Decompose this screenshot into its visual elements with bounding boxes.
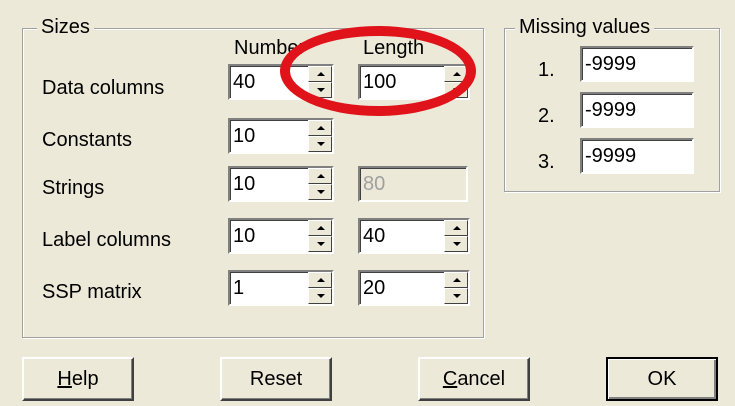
strings-number-spinner[interactable] (228, 166, 334, 202)
missing-value-3-field[interactable] (580, 138, 694, 174)
spin-up-arrow-icon[interactable] (444, 66, 468, 82)
data-columns-length-spinner[interactable] (358, 64, 470, 100)
row-label-data-columns: Data columns (42, 77, 165, 99)
label-columns-number-spinner[interactable] (228, 218, 334, 254)
spin-down-arrow-icon[interactable] (444, 82, 468, 98)
spin-down-arrow-icon[interactable] (308, 136, 332, 152)
label-columns-length-spinner[interactable] (358, 218, 470, 254)
row-label-ssp-matrix: SSP matrix (42, 281, 142, 303)
strings-length-input (363, 170, 463, 198)
row-label-strings: Strings (42, 177, 105, 199)
row-label-label-columns: Label columns (42, 229, 171, 251)
reset-label: Reset (249, 367, 303, 390)
data-columns-number-spin-buttons[interactable] (308, 66, 332, 98)
spin-down-arrow-icon[interactable] (444, 236, 468, 252)
missing-value-index-1: 1. (538, 59, 555, 81)
strings-number-spin-buttons[interactable] (308, 168, 332, 200)
spin-down-arrow-icon[interactable] (444, 288, 468, 304)
missing-values-group-title: Missing values (515, 15, 655, 39)
missing-value-2-input[interactable] (585, 96, 689, 124)
spin-up-arrow-icon[interactable] (444, 220, 468, 236)
cancel-button[interactable]: Cancel (418, 357, 530, 401)
help-label: elp (71, 367, 99, 390)
missing-value-1-field[interactable] (580, 46, 694, 82)
spin-down-arrow-icon[interactable] (308, 184, 332, 200)
spin-down-arrow-icon[interactable] (308, 82, 332, 98)
cancel-label: ancel (457, 367, 506, 390)
missing-value-index-2: 2. (538, 105, 555, 127)
spin-up-arrow-icon[interactable] (308, 120, 332, 136)
length-column-header: Length (363, 37, 425, 59)
missing-value-1-input[interactable] (585, 50, 689, 78)
ssp-matrix-length-spinner[interactable] (358, 270, 470, 306)
number-column-header: Number (234, 37, 306, 59)
missing-value-2-field[interactable] (580, 92, 694, 128)
cancel-mnemonic: C (442, 367, 458, 390)
row-label-constants: Constants (42, 129, 133, 151)
reset-button[interactable]: Reset (220, 357, 332, 401)
spin-down-arrow-icon[interactable] (308, 236, 332, 252)
label-columns-number-spin-buttons[interactable] (308, 220, 332, 252)
missing-value-3-input[interactable] (585, 142, 689, 170)
spin-up-arrow-icon[interactable] (308, 272, 332, 288)
ok-label: OK (647, 367, 677, 390)
spin-up-arrow-icon[interactable] (444, 272, 468, 288)
ssp-matrix-number-spin-buttons[interactable] (308, 272, 332, 304)
ssp-matrix-length-spin-buttons[interactable] (444, 272, 468, 304)
help-button[interactable]: Help (22, 357, 134, 401)
ok-button[interactable]: OK (606, 357, 718, 401)
strings-length-field (358, 166, 468, 202)
constants-number-spin-buttons[interactable] (308, 120, 332, 152)
sizes-group-title: Sizes (37, 15, 94, 39)
ssp-matrix-number-spinner[interactable] (228, 270, 334, 306)
spin-down-arrow-icon[interactable] (308, 288, 332, 304)
label-columns-length-spin-buttons[interactable] (444, 220, 468, 252)
missing-value-index-3: 3. (538, 151, 555, 173)
constants-number-spinner[interactable] (228, 118, 334, 154)
data-columns-length-spin-buttons[interactable] (444, 66, 468, 98)
spin-up-arrow-icon[interactable] (308, 66, 332, 82)
spin-up-arrow-icon[interactable] (308, 168, 332, 184)
spin-up-arrow-icon[interactable] (308, 220, 332, 236)
help-mnemonic: H (57, 367, 72, 390)
data-columns-number-spinner[interactable] (228, 64, 334, 100)
